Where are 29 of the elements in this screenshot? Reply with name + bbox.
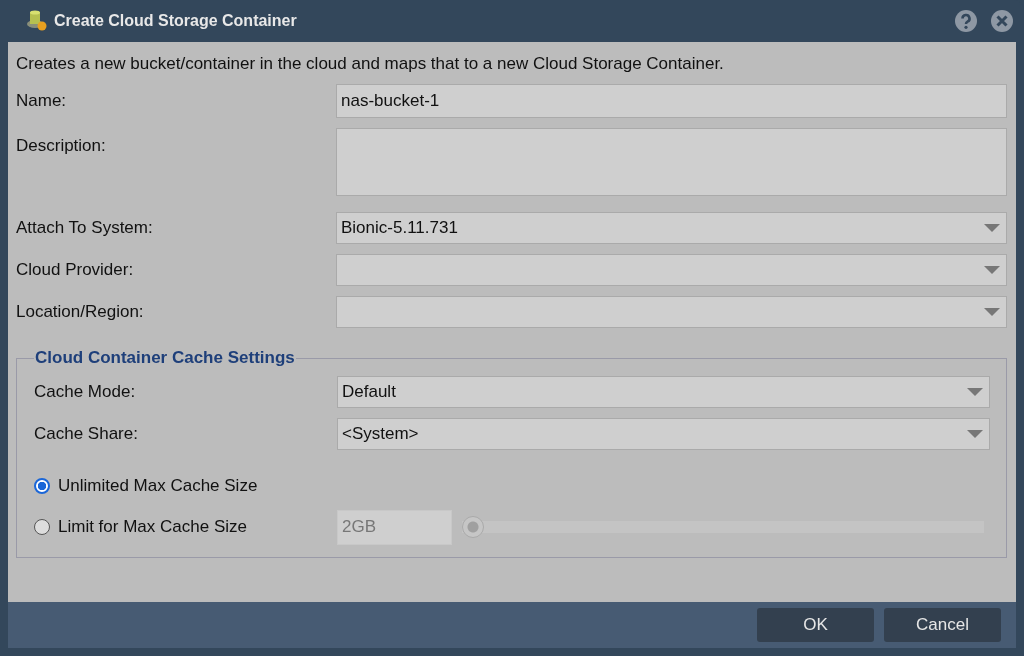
field-label: Location/Region:	[16, 302, 145, 322]
caret-icon	[984, 308, 1000, 316]
caret-icon	[967, 388, 983, 396]
window-title: Create Cloud Storage Container	[54, 12, 297, 30]
radio-button[interactable]	[34, 478, 50, 494]
help-icon[interactable]	[954, 9, 978, 33]
field-label: Description:	[16, 135, 107, 156]
close-icon[interactable]	[990, 9, 1014, 33]
text-field[interactable]: nas-bucket-1	[336, 84, 1007, 118]
intro-text: Creates a new bucket/container in the cloud and maps that to a new Cloud Storage Container.	[16, 54, 725, 74]
database-icon	[26, 10, 48, 32]
caret-icon	[967, 430, 983, 438]
dropdown-field[interactable]	[336, 254, 1007, 286]
field-label: Attach To System:	[16, 218, 154, 238]
dropdown-field[interactable]: <System>	[337, 418, 990, 450]
dropdown-field[interactable]	[336, 296, 1007, 328]
dropdown-field[interactable]: Bionic-5.11.731	[336, 212, 1007, 244]
dialog-button[interactable]: Cancel	[884, 608, 1001, 642]
group-legend: Cloud Container Cache Settings	[34, 348, 296, 368]
field-label: Cache Mode:	[34, 382, 137, 402]
dropdown-field[interactable]: Default	[337, 376, 990, 408]
field-label: Cache Share:	[34, 424, 139, 444]
field-label: Cloud Provider:	[16, 260, 135, 280]
caret-icon	[984, 266, 1000, 274]
text-area[interactable]	[336, 128, 1007, 196]
field-label: Name:	[16, 91, 68, 111]
caret-icon	[984, 224, 1000, 232]
dialog-button[interactable]: OK	[757, 608, 874, 642]
radio-label[interactable]: Unlimited Max Cache Size	[58, 476, 258, 496]
